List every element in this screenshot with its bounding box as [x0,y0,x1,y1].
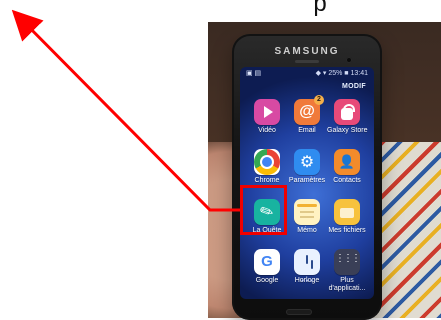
chrome-icon [254,149,280,175]
contacts-icon [334,149,360,175]
clock-icon [294,249,320,275]
app-parametres[interactable]: Paramètres [287,149,327,185]
google-icon [254,249,280,275]
settings-gear-icon [294,149,320,175]
app-label: Vidéo [258,127,276,134]
modify-button[interactable]: MODIF [342,83,366,90]
top-partial-letter: p [313,0,327,17]
app-plus-d-applications[interactable]: Plus d'applicati... [327,249,367,293]
video-play-icon [254,99,280,125]
app-video[interactable]: Vidéo [247,99,287,135]
app-mes-fichiers[interactable]: Mes fichiers [327,199,367,235]
page-indicator: • • • [301,278,313,285]
earpiece [295,60,319,63]
app-label: Paramètres [288,177,326,184]
app-label: Mes fichiers [328,227,366,234]
files-folder-icon [334,199,360,225]
email-icon: 2 [294,95,324,125]
status-left: ▣ ▤ [246,70,262,77]
app-label: Galaxy Store [327,127,368,134]
app-contacts[interactable]: Contacts [327,149,367,185]
app-label: Email [298,127,316,134]
app-label: Chrome [254,177,280,184]
status-bar: ▣ ▤ ◆ ▾ 25% ■ 13:41 [240,67,374,79]
app-chrome[interactable]: Chrome [247,149,287,185]
app-memo[interactable]: Mémo [287,199,327,235]
app-galaxy-store[interactable]: Galaxy Store [327,99,367,135]
home-area [232,308,382,318]
phone-screen: ▣ ▤ ◆ ▾ 25% ■ 13:41 MODIF Vidéo 2 Email … [240,67,374,299]
home-button[interactable] [286,309,312,315]
app-label: Mémo [297,227,317,234]
status-right: ◆ ▾ 25% ■ 13:41 [315,70,368,77]
galaxy-store-icon [334,99,360,125]
more-apps-icon [334,249,360,275]
brand-logo: SAMSUNG [274,46,340,57]
app-email[interactable]: 2 Email [287,95,327,135]
annotation-arrow [11,9,240,212]
annotation-highlight-box [240,185,287,235]
phone: SAMSUNG ▣ ▤ ◆ ▾ 25% ■ 13:41 MODIF Vidéo … [232,34,382,320]
memo-icon [294,199,320,225]
front-camera [346,57,352,63]
notification-badge: 2 [314,95,324,105]
app-label: Contacts [333,177,361,184]
